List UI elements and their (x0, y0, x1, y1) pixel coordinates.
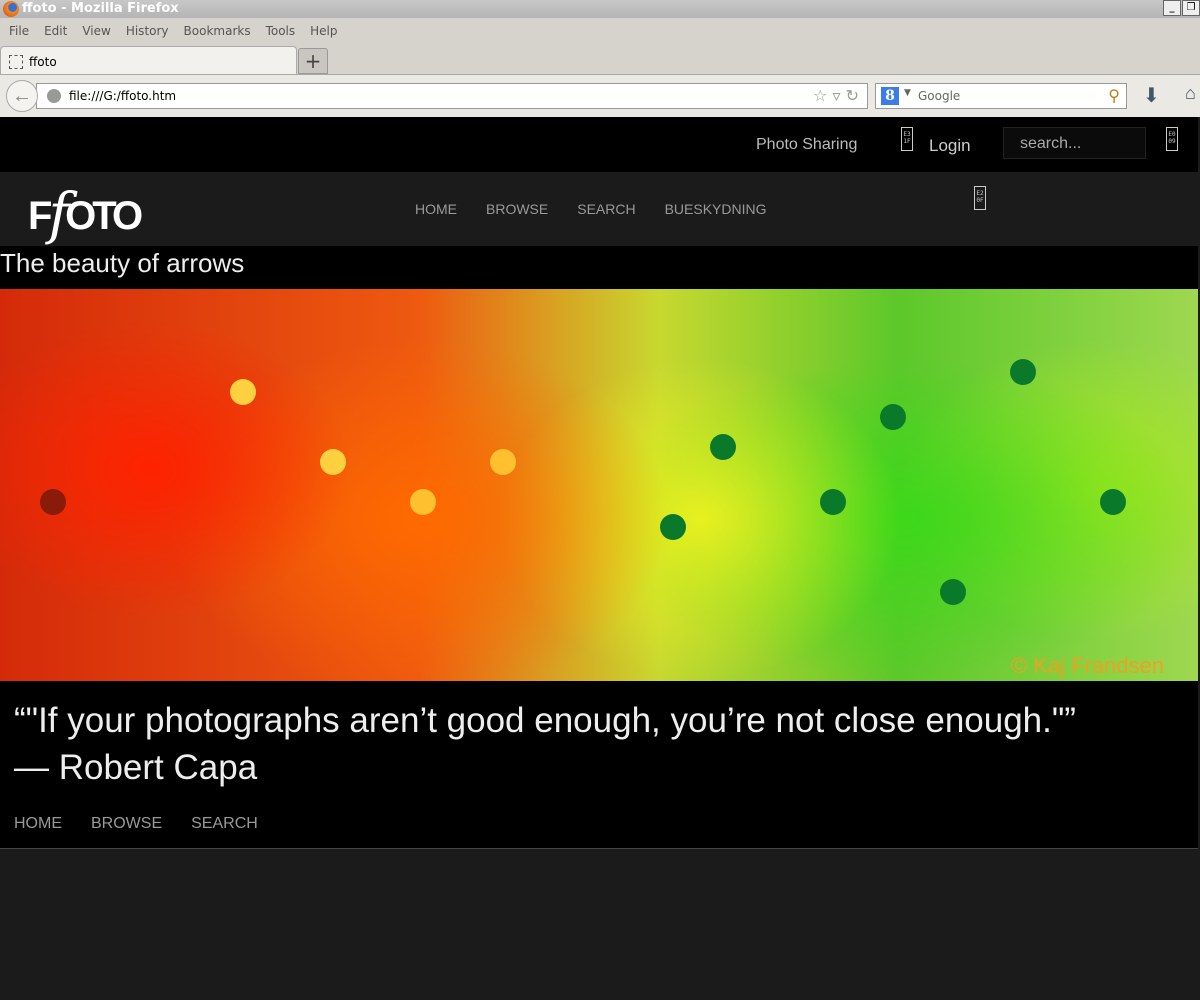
history-dropdown-icon[interactable]: ▿ (832, 86, 840, 105)
globe-icon (47, 89, 61, 103)
hero-image-arrows: © Kaj Frandsen (0, 289, 1198, 681)
site-search-input[interactable]: search... (1003, 127, 1146, 159)
footer-nav-search[interactable]: SEARCH (191, 815, 258, 833)
photo-sharing-link[interactable]: Photo Sharing (756, 136, 857, 154)
chevron-down-icon[interactable]: ▼ (904, 88, 911, 98)
browser-tab[interactable]: ffoto (0, 46, 297, 74)
site-header: FfOTO HOME BROWSE SEARCH BUESKYDNING E2 … (0, 172, 1198, 247)
search-icon[interactable]: ⚲ (1108, 86, 1120, 105)
menu-bar: File Edit View History Bookmarks Tools H… (0, 18, 1200, 44)
window-title: ffoto - Mozilla Firefox (22, 1, 179, 16)
site-top-bar: Photo Sharing E3 1F Login search... E0 0… (0, 117, 1198, 172)
menu-help[interactable]: Help (310, 24, 337, 38)
quote-text: “"If your photographs aren’t good enough… (14, 701, 1076, 740)
tab-label: ffoto (29, 55, 57, 69)
missing-glyph-icon[interactable]: E0 09 (1166, 127, 1178, 151)
bookmark-star-icon[interactable]: ☆ (813, 86, 827, 105)
new-tab-button[interactable]: + (298, 48, 328, 74)
footer-nav-home[interactable]: HOME (14, 815, 62, 833)
quote: “"If your photographs aren’t good enough… (14, 697, 1076, 791)
window-titlebar: ffoto - Mozilla Firefox _ ❐ (0, 0, 1200, 18)
menu-tools[interactable]: Tools (266, 24, 296, 38)
footer-nav: HOME BROWSE SEARCH (14, 815, 258, 833)
page-favicon-icon (9, 55, 23, 69)
nav-home[interactable]: HOME (415, 201, 457, 217)
menu-view[interactable]: View (82, 24, 110, 38)
url-text: file:///G:/ffoto.htm (69, 89, 177, 103)
footer-nav-browse[interactable]: BROWSE (91, 815, 162, 833)
missing-glyph-icon: E2 0F (974, 186, 986, 210)
home-icon[interactable]: ⌂ (1185, 83, 1196, 104)
login-link[interactable]: Login (929, 136, 971, 156)
web-page: Photo Sharing E3 1F Login search... E0 0… (0, 117, 1198, 849)
page-subtitle: The beauty of arrows (0, 248, 245, 278)
menu-file[interactable]: File (9, 24, 29, 38)
download-icon[interactable]: ⬇ (1143, 83, 1160, 108)
minimize-button[interactable]: _ (1163, 0, 1181, 16)
restore-button[interactable]: ❐ (1182, 0, 1200, 16)
search-placeholder: Google (918, 89, 961, 103)
missing-glyph-icon: E3 1F (901, 127, 913, 151)
main-nav: HOME BROWSE SEARCH BUESKYDNING (415, 201, 767, 217)
menu-history[interactable]: History (126, 24, 169, 38)
nav-search[interactable]: SEARCH (577, 201, 635, 217)
nav-browse[interactable]: BROWSE (486, 201, 548, 217)
photo-credit: © Kaj Frandsen (1010, 653, 1164, 678)
firefox-logo-icon (3, 1, 19, 17)
reload-icon[interactable]: ↻ (846, 86, 859, 105)
browser-search-input[interactable]: 8 ▼ Google ⚲ (875, 83, 1127, 109)
menu-bookmarks[interactable]: Bookmarks (184, 24, 251, 38)
quote-author: — Robert Capa (14, 748, 258, 787)
nav-bueskydning[interactable]: BUESKYDNING (665, 201, 767, 217)
back-button[interactable]: ← (6, 80, 38, 112)
menu-edit[interactable]: Edit (44, 24, 67, 38)
url-bar[interactable]: file:///G:/ffoto.htm ☆ ▿ ↻ (36, 83, 868, 109)
ffoto-logo[interactable]: FfOTO (28, 178, 143, 247)
google-icon[interactable]: 8 (881, 87, 899, 105)
